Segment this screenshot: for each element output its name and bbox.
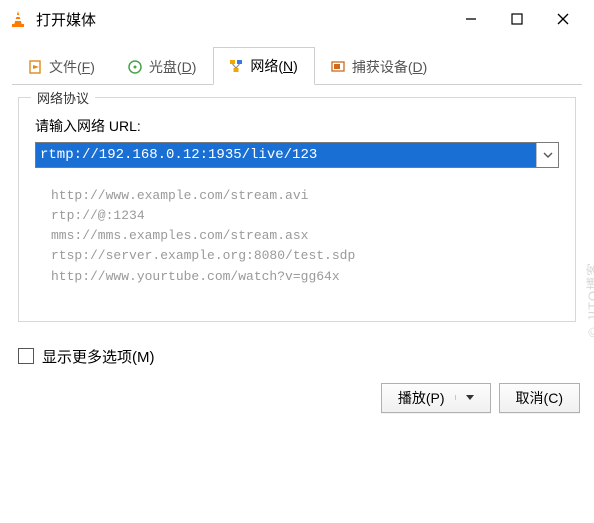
example-urls: http://www.example.com/stream.avi rtp://… xyxy=(51,186,555,287)
tab-network-label: 网络( xyxy=(250,58,283,74)
example-url: rtsp://server.example.org:8080/test.sdp xyxy=(51,246,555,266)
tab-capture-label: 捕获设备( xyxy=(352,59,413,75)
more-options-row: 显示更多选项(M) xyxy=(18,346,576,367)
window-title: 打开媒体 xyxy=(36,9,96,30)
example-url: rtp://@:1234 xyxy=(51,206,555,226)
watermark: © JITO博客 xyxy=(583,262,594,337)
file-icon xyxy=(27,59,43,75)
example-url: mms://mms.examples.com/stream.asx xyxy=(51,226,555,246)
tab-file[interactable]: 文件(F) xyxy=(12,47,112,85)
close-button[interactable] xyxy=(540,4,586,34)
maximize-button[interactable] xyxy=(494,4,540,34)
tab-network[interactable]: 网络(N) xyxy=(213,47,314,85)
disc-icon xyxy=(127,59,143,75)
triangle-down-icon xyxy=(466,395,474,400)
cancel-button[interactable]: 取消(C) xyxy=(499,383,580,413)
more-options-checkbox[interactable] xyxy=(18,348,34,364)
url-input[interactable] xyxy=(36,143,536,167)
tab-bar: 文件(F) 光盘(D) 网络(N) 捕获设备(D) xyxy=(0,38,594,85)
tab-disc-label: 光盘( xyxy=(149,59,182,75)
tab-capture[interactable]: 捕获设备(D) xyxy=(315,47,444,85)
url-dropdown-button[interactable] xyxy=(536,143,558,167)
url-label: 请输入网络 URL: xyxy=(35,116,559,136)
chevron-down-icon xyxy=(543,152,553,158)
play-dropdown-arrow[interactable] xyxy=(455,395,474,400)
minimize-button[interactable] xyxy=(448,4,494,34)
url-combobox[interactable] xyxy=(35,142,559,168)
vlc-app-icon xyxy=(8,9,28,29)
group-legend: 网络协议 xyxy=(31,88,95,107)
tab-disc[interactable]: 光盘(D) xyxy=(112,47,213,85)
play-button[interactable]: 播放(P) xyxy=(381,383,491,413)
titlebar: 打开媒体 xyxy=(0,0,594,38)
example-url: http://www.yourtube.com/watch?v=gg64x xyxy=(51,267,555,287)
network-protocol-group: 网络协议 请输入网络 URL: http://www.example.com/s… xyxy=(18,97,576,322)
example-url: http://www.example.com/stream.avi xyxy=(51,186,555,206)
more-options-label: 显示更多选项(M) xyxy=(42,346,155,367)
capture-icon xyxy=(330,59,346,75)
tab-file-label: 文件( xyxy=(49,59,82,75)
dialog-button-row: 播放(P) 取消(C) xyxy=(0,383,594,419)
network-icon xyxy=(228,58,244,74)
